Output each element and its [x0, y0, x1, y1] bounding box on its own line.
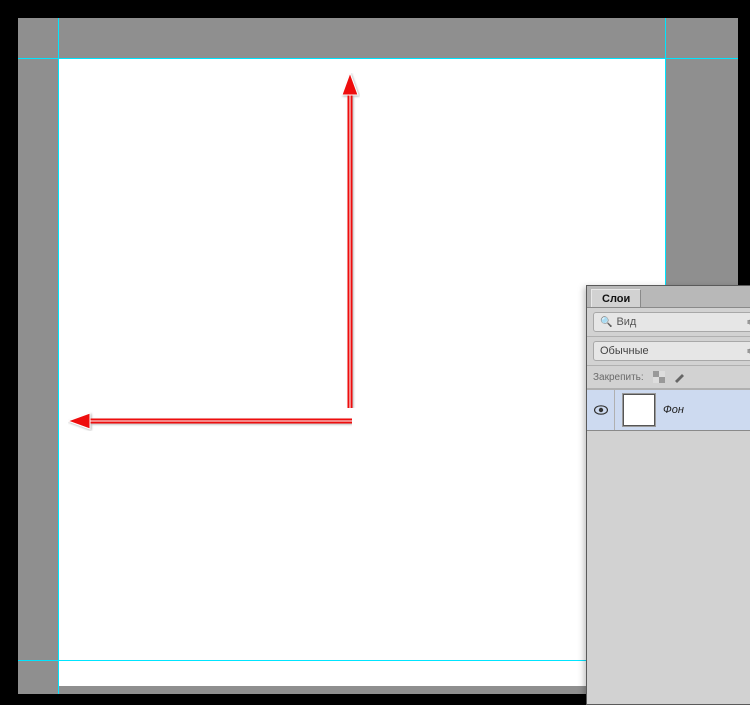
lock-row: Закрепить: [587, 366, 750, 389]
layers-list: Фон [587, 389, 750, 431]
updown-arrow-icon: ≑ [746, 346, 750, 357]
layers-panel: Слои 🔍 Вид ≑ Обычные ≑ Закрепить: [586, 285, 750, 705]
guide-horizontal-top[interactable] [18, 58, 738, 59]
layer-kind-filter-select[interactable]: 🔍 Вид ≑ [593, 312, 750, 332]
layer-name-label[interactable]: Фон [663, 404, 684, 416]
layer-visibility-toggle[interactable] [587, 390, 615, 430]
layer-kind-filter-row: 🔍 Вид ≑ [587, 308, 750, 337]
panel-tab-bar: Слои [587, 286, 750, 308]
document-canvas[interactable] [58, 58, 665, 686]
app-frame: Слои 🔍 Вид ≑ Обычные ≑ Закрепить: [4, 4, 746, 698]
tab-layers[interactable]: Слои [591, 289, 641, 307]
blend-mode-label: Обычные [600, 345, 649, 357]
layer-kind-filter-label: Вид [616, 316, 636, 328]
lock-pixels-icon[interactable] [672, 370, 686, 384]
guide-vertical-left[interactable] [58, 18, 59, 694]
lock-icons-group [652, 370, 686, 384]
layer-thumbnail[interactable] [623, 394, 655, 426]
updown-arrow-icon: ≑ [746, 317, 750, 328]
layer-item-background[interactable]: Фон [587, 389, 750, 431]
eye-icon [594, 405, 608, 415]
blend-mode-select[interactable]: Обычные ≑ [593, 341, 750, 361]
blend-mode-row: Обычные ≑ [587, 337, 750, 366]
canvas-workspace[interactable]: Слои 🔍 Вид ≑ Обычные ≑ Закрепить: [18, 18, 738, 694]
search-icon: 🔍 [600, 317, 612, 328]
lock-label: Закрепить: [593, 372, 644, 383]
lock-transparency-icon[interactable] [652, 370, 666, 384]
